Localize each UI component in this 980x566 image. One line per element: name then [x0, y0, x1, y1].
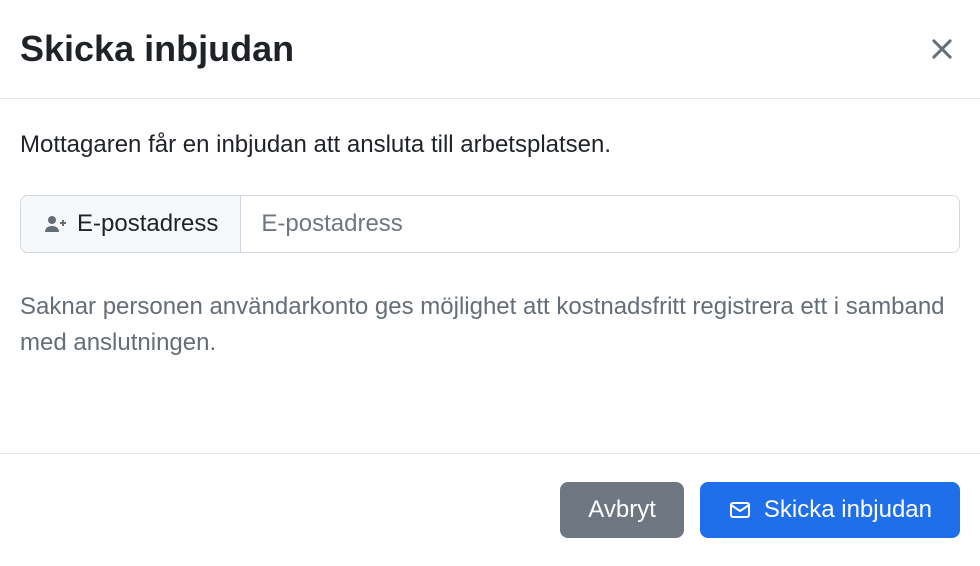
modal-body: Mottagaren får en inbjudan att ansluta t…	[0, 99, 980, 453]
modal-footer: Avbryt Skicka inbjudan	[0, 453, 980, 566]
helper-text: Saknar personen användarkonto ges möjlig…	[20, 289, 960, 361]
envelope-icon	[728, 498, 752, 522]
modal-header: Skicka inbjudan	[0, 0, 980, 99]
modal-title: Skicka inbjudan	[20, 28, 294, 70]
email-label-text: E-postadress	[77, 210, 218, 238]
submit-button[interactable]: Skicka inbjudan	[700, 482, 960, 538]
invite-modal: Skicka inbjudan Mottagaren får en inbjud…	[0, 0, 980, 566]
description-text: Mottagaren får en inbjudan att ansluta t…	[20, 131, 960, 159]
cancel-button[interactable]: Avbryt	[560, 482, 684, 538]
cancel-button-label: Avbryt	[588, 496, 656, 524]
close-icon	[928, 35, 956, 63]
user-plus-icon	[43, 212, 67, 236]
email-input[interactable]	[241, 196, 959, 252]
submit-button-label: Skicka inbjudan	[764, 496, 932, 524]
email-label: E-postadress	[21, 196, 241, 252]
email-input-group: E-postadress	[20, 195, 960, 253]
close-button[interactable]	[924, 31, 960, 67]
